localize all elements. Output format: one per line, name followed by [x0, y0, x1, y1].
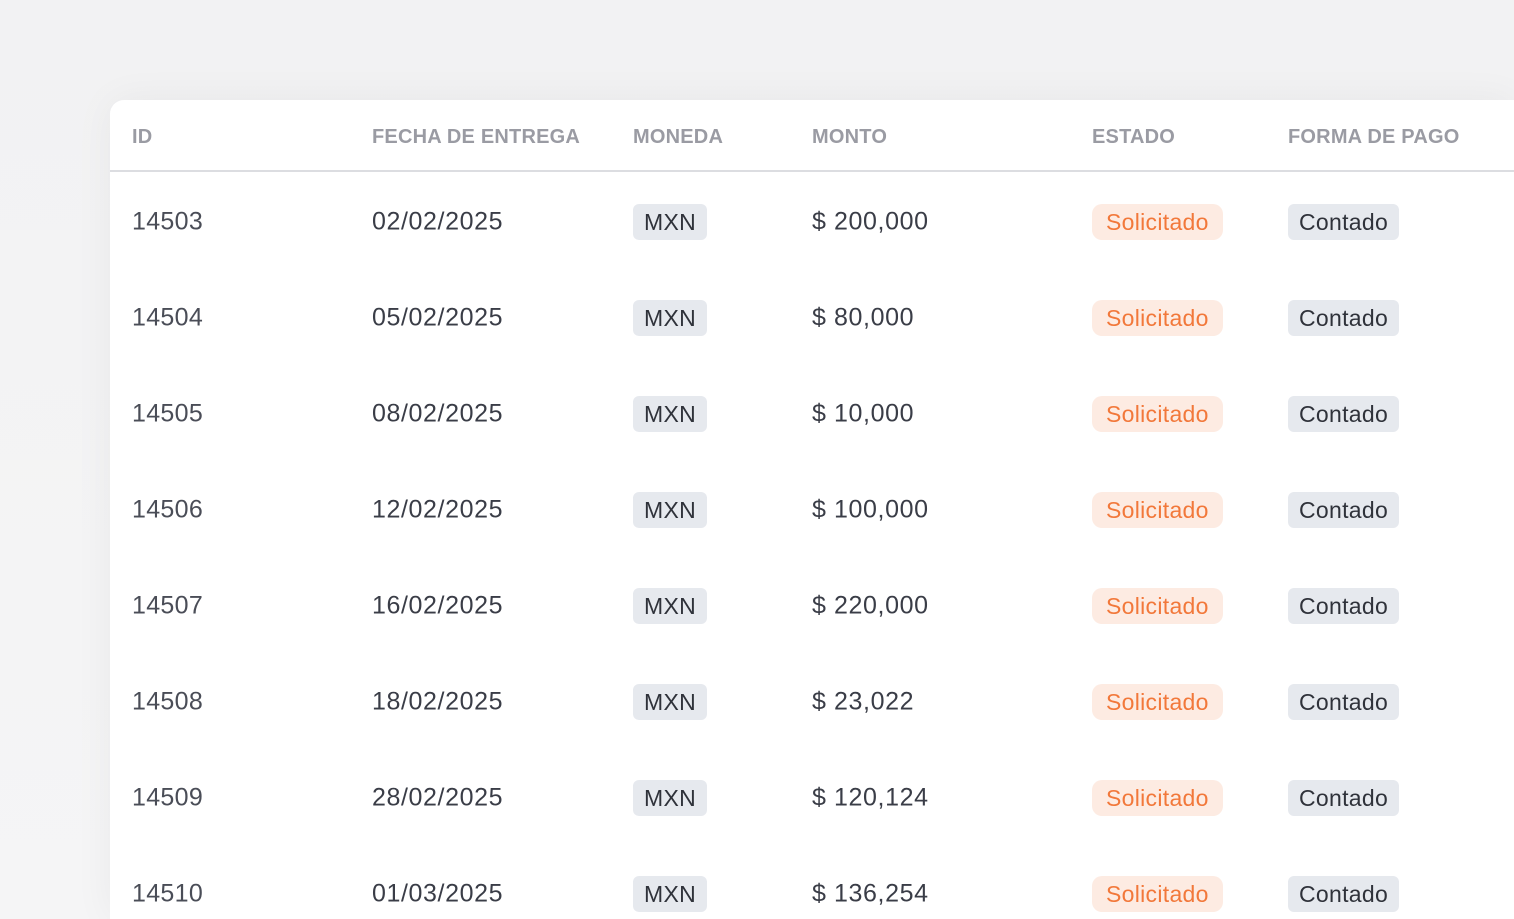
status-badge: Solicitado: [1092, 876, 1223, 912]
cell-currency: MXN: [633, 588, 708, 624]
status-badge: Solicitado: [1092, 204, 1223, 240]
cell-currency: MXN: [633, 684, 708, 720]
cell-payment-method: Contado: [1288, 492, 1400, 528]
payment-method-badge: Contado: [1288, 876, 1400, 912]
table-row[interactable]: 14509 28/02/2025 MXN $ 120,124 Solicitad…: [110, 750, 1514, 846]
cell-amount: $ 120,124: [812, 783, 929, 812]
header-payment-method[interactable]: FORMA DE PAGO: [1288, 126, 1460, 149]
cell-payment-method: Contado: [1288, 876, 1400, 912]
cell-status: Solicitado: [1092, 300, 1223, 336]
currency-badge: MXN: [633, 300, 708, 336]
currency-badge: MXN: [633, 396, 708, 432]
header-status[interactable]: ESTADO: [1092, 126, 1175, 149]
status-badge: Solicitado: [1092, 396, 1223, 432]
cell-status: Solicitado: [1092, 492, 1223, 528]
cell-status: Solicitado: [1092, 684, 1223, 720]
table-row[interactable]: 14508 18/02/2025 MXN $ 23,022 Solicitado…: [110, 654, 1514, 750]
cell-delivery-date: 12/02/2025: [372, 495, 504, 524]
status-badge: Solicitado: [1092, 684, 1223, 720]
payment-method-badge: Contado: [1288, 300, 1400, 336]
currency-badge: MXN: [633, 876, 708, 912]
cell-payment-method: Contado: [1288, 204, 1400, 240]
status-badge: Solicitado: [1092, 300, 1223, 336]
cell-delivery-date: 18/02/2025: [372, 687, 504, 716]
cell-payment-method: Contado: [1288, 780, 1400, 816]
table-row[interactable]: 14503 02/02/2025 MXN $ 200,000 Solicitad…: [110, 174, 1514, 270]
cell-currency: MXN: [633, 876, 708, 912]
payment-method-badge: Contado: [1288, 204, 1400, 240]
cell-status: Solicitado: [1092, 396, 1223, 432]
cell-id: 14504: [132, 303, 204, 332]
cell-currency: MXN: [633, 780, 708, 816]
cell-status: Solicitado: [1092, 876, 1223, 912]
cell-status: Solicitado: [1092, 588, 1223, 624]
cell-currency: MXN: [633, 492, 708, 528]
cell-payment-method: Contado: [1288, 300, 1400, 336]
cell-delivery-date: 05/02/2025: [372, 303, 504, 332]
cell-amount: $ 220,000: [812, 591, 929, 620]
cell-id: 14508: [132, 687, 204, 716]
payment-method-badge: Contado: [1288, 684, 1400, 720]
page-background: ID FECHA DE ENTREGA MONEDA MONTO ESTADO …: [0, 0, 1514, 919]
cell-id: 14509: [132, 783, 204, 812]
payment-method-badge: Contado: [1288, 492, 1400, 528]
cell-currency: MXN: [633, 396, 708, 432]
cell-delivery-date: 16/02/2025: [372, 591, 504, 620]
table-row[interactable]: 14506 12/02/2025 MXN $ 100,000 Solicitad…: [110, 462, 1514, 558]
cell-id: 14503: [132, 207, 204, 236]
table-header: ID FECHA DE ENTREGA MONEDA MONTO ESTADO …: [110, 100, 1514, 172]
payment-method-badge: Contado: [1288, 588, 1400, 624]
currency-badge: MXN: [633, 588, 708, 624]
cell-delivery-date: 08/02/2025: [372, 399, 504, 428]
payment-method-badge: Contado: [1288, 780, 1400, 816]
table-row[interactable]: 14510 01/03/2025 MXN $ 136,254 Solicitad…: [110, 846, 1514, 919]
cell-payment-method: Contado: [1288, 396, 1400, 432]
cell-amount: $ 136,254: [812, 879, 929, 908]
table-row[interactable]: 14507 16/02/2025 MXN $ 220,000 Solicitad…: [110, 558, 1514, 654]
table-row[interactable]: 14504 05/02/2025 MXN $ 80,000 Solicitado…: [110, 270, 1514, 366]
cell-amount: $ 80,000: [812, 303, 915, 332]
cell-amount: $ 100,000: [812, 495, 929, 524]
cell-currency: MXN: [633, 300, 708, 336]
header-amount[interactable]: MONTO: [812, 126, 887, 149]
currency-badge: MXN: [633, 204, 708, 240]
currency-badge: MXN: [633, 492, 708, 528]
payment-method-badge: Contado: [1288, 396, 1400, 432]
cell-amount: $ 23,022: [812, 687, 915, 716]
header-currency[interactable]: MONEDA: [633, 126, 723, 149]
cell-id: 14506: [132, 495, 204, 524]
currency-badge: MXN: [633, 684, 708, 720]
cell-status: Solicitado: [1092, 204, 1223, 240]
cell-amount: $ 200,000: [812, 207, 929, 236]
status-badge: Solicitado: [1092, 588, 1223, 624]
cell-delivery-date: 01/03/2025: [372, 879, 504, 908]
currency-badge: MXN: [633, 780, 708, 816]
orders-table: ID FECHA DE ENTREGA MONEDA MONTO ESTADO …: [110, 100, 1514, 919]
cell-id: 14507: [132, 591, 204, 620]
cell-delivery-date: 02/02/2025: [372, 207, 504, 236]
cell-payment-method: Contado: [1288, 588, 1400, 624]
cell-currency: MXN: [633, 204, 708, 240]
cell-delivery-date: 28/02/2025: [372, 783, 504, 812]
cell-status: Solicitado: [1092, 780, 1223, 816]
cell-amount: $ 10,000: [812, 399, 915, 428]
cell-id: 14505: [132, 399, 204, 428]
cell-payment-method: Contado: [1288, 684, 1400, 720]
table-row[interactable]: 14505 08/02/2025 MXN $ 10,000 Solicitado…: [110, 366, 1514, 462]
header-delivery-date[interactable]: FECHA DE ENTREGA: [372, 126, 580, 149]
status-badge: Solicitado: [1092, 492, 1223, 528]
cell-id: 14510: [132, 879, 204, 908]
header-id[interactable]: ID: [132, 126, 152, 149]
status-badge: Solicitado: [1092, 780, 1223, 816]
